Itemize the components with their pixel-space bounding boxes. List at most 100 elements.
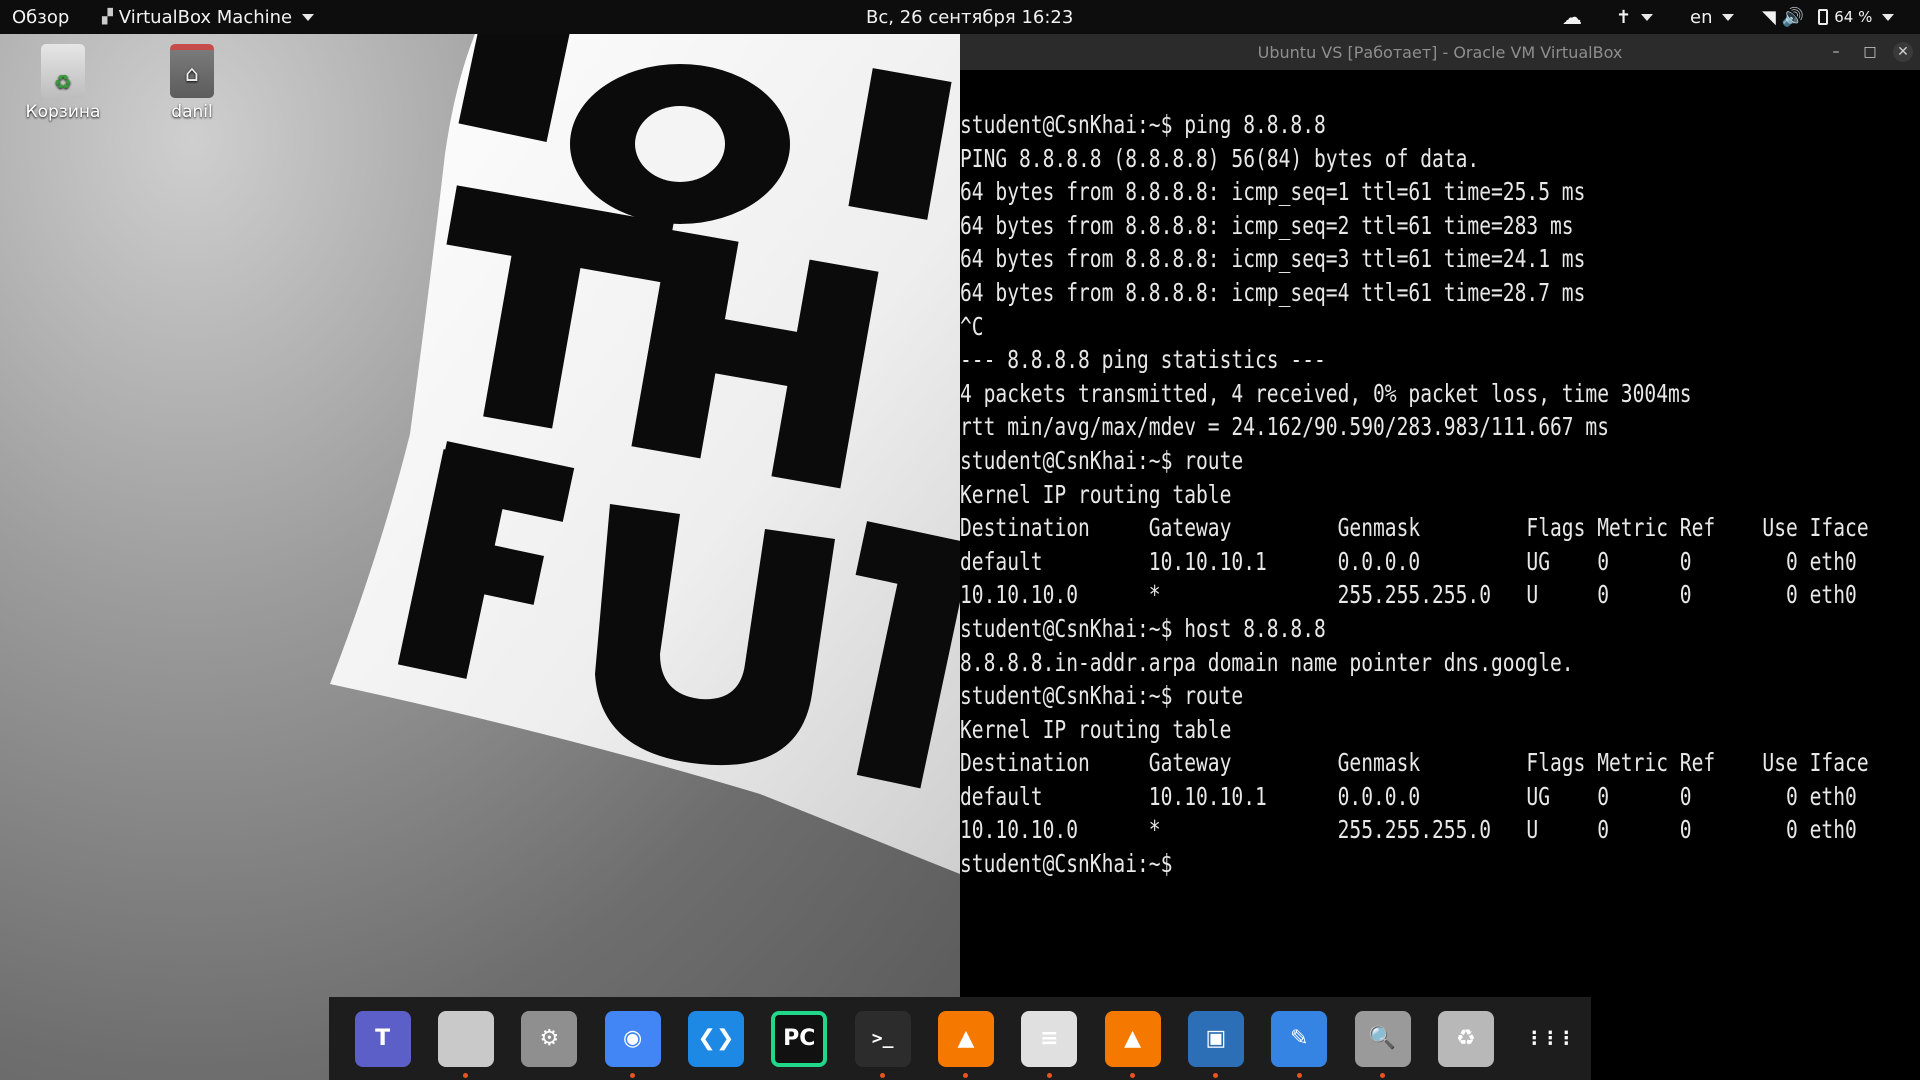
document-viewer-icon: ≡ <box>1021 1010 1078 1067</box>
running-indicator <box>963 1073 969 1078</box>
teams-icon: T <box>354 1010 411 1067</box>
terminal-line: default 10.10.10.1 0.0.0.0 UG 0 0 0 eth0 <box>960 546 1857 576</box>
battery-icon <box>1818 9 1829 25</box>
clock[interactable]: Вс, 26 сентября 16:23 <box>866 0 1073 34</box>
chevron-down-icon <box>1722 13 1735 21</box>
vscode-icon: ❮❯ <box>687 1010 744 1067</box>
terminal-line: 10.10.10.0 * 255.255.255.0 U 0 0 0 eth0 <box>960 815 1857 845</box>
dock-item[interactable]: PC <box>758 997 841 1080</box>
activities-label: Обзор <box>12 6 70 28</box>
dock-item[interactable]: >_ <box>841 997 924 1080</box>
dock-item[interactable]: T <box>341 997 424 1080</box>
terminal-line: student@CsnKhai:~$ route <box>960 445 1244 475</box>
terminal-line: Destination Gateway Genmask Flags Metric… <box>960 748 1869 778</box>
window-title: Ubuntu VS [Работает] - Oracle VM Virtual… <box>1257 42 1623 62</box>
virtualbox-window[interactable]: Ubuntu VS [Работает] - Oracle VM Virtual… <box>960 34 1920 1080</box>
chevron-down-icon <box>1641 13 1654 21</box>
cloud-indicator[interactable]: ☁ <box>1562 0 1582 34</box>
dock-item[interactable]: ♻ <box>1424 997 1507 1080</box>
terminal-line: 64 bytes from 8.8.8.8: icmp_seq=4 ttl=61… <box>960 277 1586 307</box>
files-icon <box>437 1010 494 1067</box>
activities-button[interactable]: Обзор <box>12 0 69 34</box>
terminal-line: PING 8.8.8.8 (8.8.8.8) 56(84) bytes of d… <box>960 143 1480 173</box>
running-indicator <box>1296 1073 1302 1078</box>
desktop-item-label: danil <box>171 102 213 122</box>
dock: T ⚙ ◉ ❮❯ PC >_ ▲ ≡ ▲ ▣ ✎ 🔍 ♻ ⋮⋮⋮ <box>329 997 1591 1080</box>
dock-item[interactable] <box>424 997 507 1080</box>
cloud-icon: ☁ <box>1562 5 1582 29</box>
running-indicator <box>1130 1073 1136 1078</box>
clock-label: Вс, 26 сентября 16:23 <box>866 6 1074 28</box>
terminal-line: 4 packets transmitted, 4 received, 0% pa… <box>960 378 1692 408</box>
maximize-button[interactable]: □ <box>1860 42 1880 62</box>
terminal-icon: >_ <box>854 1010 911 1067</box>
battery-label: 64 % <box>1834 8 1873 26</box>
terminal-line: default 10.10.10.1 0.0.0.0 UG 0 0 0 eth0 <box>960 781 1857 811</box>
terminal-line: 64 bytes from 8.8.8.8: icmp_seq=3 ttl=61… <box>960 244 1586 274</box>
system-menu[interactable]: ◥ 🔊 64 % <box>1762 0 1895 34</box>
vm-terminal[interactable]: student@CsnKhai:~$ ping 8.8.8.8 PING 8.8.… <box>960 70 1920 1080</box>
app-menu-label: VirtualBox Machine <box>118 6 293 28</box>
terminal-line: student@CsnKhai:~$ route <box>960 681 1244 711</box>
minimize-button[interactable]: – <box>1826 42 1846 62</box>
dock-item[interactable]: ▣ <box>1174 997 1257 1080</box>
text-editor-icon: ✎ <box>1271 1010 1328 1067</box>
desktop-item-home[interactable]: ⌂ danil <box>137 44 247 122</box>
accessibility-icon: ✝ <box>1616 6 1632 28</box>
app-grid-icon: ⋮⋮⋮ <box>1521 1010 1578 1067</box>
accessibility-menu[interactable]: ✝ <box>1616 0 1654 34</box>
app-menu[interactable]: ▞ VirtualBox Machine <box>102 0 315 34</box>
terminal-line: student@CsnKhai:~$ host 8.8.8.8 <box>960 613 1326 643</box>
terminal-line: --- 8.8.8.8 ping statistics --- <box>960 345 1326 375</box>
dock-item[interactable]: ⚙ <box>508 997 591 1080</box>
terminal-line: student@CsnKhai:~$ ping 8.8.8.8 <box>960 110 1326 139</box>
terminal-line: 10.10.10.0 * 255.255.255.0 U 0 0 0 eth0 <box>960 580 1857 610</box>
terminal-line: rtt min/avg/max/mdev = 24.162/90.590/283… <box>960 412 1610 442</box>
running-indicator <box>1046 1073 1052 1078</box>
language-menu[interactable]: en <box>1690 0 1735 34</box>
running-indicator <box>463 1073 469 1078</box>
desktop-item-label: Корзина <box>25 102 101 122</box>
wallpaper-flag <box>330 34 960 874</box>
window-titlebar[interactable]: Ubuntu VS [Работает] - Oracle VM Virtual… <box>960 34 1920 70</box>
image-viewer-icon: 🔍 <box>1354 1010 1411 1067</box>
desktop-item-trash[interactable]: ♻ Корзина <box>8 44 118 122</box>
terminal-line: student@CsnKhai:~$ <box>960 849 1173 879</box>
terminal-line: 64 bytes from 8.8.8.8: icmp_seq=1 ttl=61… <box>960 177 1586 207</box>
impress-icon: ▲ <box>1104 1010 1161 1067</box>
settings-icon: ⚙ <box>521 1010 578 1067</box>
wifi-icon: ◥ <box>1762 6 1776 28</box>
virtualbox-icon: ▣ <box>1187 1010 1244 1067</box>
dock-item[interactable]: ≡ <box>1008 997 1091 1080</box>
running-indicator <box>880 1073 886 1078</box>
trash-dock-icon: ♻ <box>1437 1010 1494 1067</box>
dock-item[interactable]: ❮❯ <box>674 997 757 1080</box>
running-indicator <box>630 1073 636 1078</box>
dock-item[interactable]: ◉ <box>591 997 674 1080</box>
terminal-line: 8.8.8.8.in-addr.arpa domain name pointer… <box>960 647 1574 677</box>
pycharm-icon: PC <box>771 1010 828 1067</box>
volume-icon: 🔊 <box>1781 6 1805 28</box>
chevron-down-icon <box>1882 13 1895 21</box>
close-button[interactable]: ✕ <box>1893 42 1913 62</box>
presentation-icon: ▲ <box>937 1010 994 1067</box>
terminal-line: Destination Gateway Genmask Flags Metric… <box>960 513 1869 543</box>
dock-item[interactable]: ⋮⋮⋮ <box>1508 997 1591 1080</box>
terminal-line: 64 bytes from 8.8.8.8: icmp_seq=2 ttl=61… <box>960 210 1574 240</box>
dock-item[interactable]: ✎ <box>1258 997 1341 1080</box>
language-label: en <box>1690 6 1713 28</box>
terminal-line: ^C <box>960 311 984 341</box>
chrome-icon: ◉ <box>604 1010 661 1067</box>
dock-item[interactable]: ▲ <box>1091 997 1174 1080</box>
terminal-line: Kernel IP routing table <box>960 714 1232 744</box>
trash-icon: ♻ <box>41 44 85 98</box>
running-indicator <box>1213 1073 1219 1078</box>
virtualbox-small-icon: ▞ <box>102 9 113 25</box>
dock-item[interactable]: ▲ <box>924 997 1007 1080</box>
home-folder-icon: ⌂ <box>170 44 214 98</box>
terminal-line: Kernel IP routing table <box>960 479 1232 509</box>
desktop: ♻ Корзина ⌂ danil <box>0 34 960 1080</box>
chevron-down-icon <box>302 13 315 21</box>
running-indicator <box>1380 1073 1386 1078</box>
dock-item[interactable]: 🔍 <box>1341 997 1424 1080</box>
